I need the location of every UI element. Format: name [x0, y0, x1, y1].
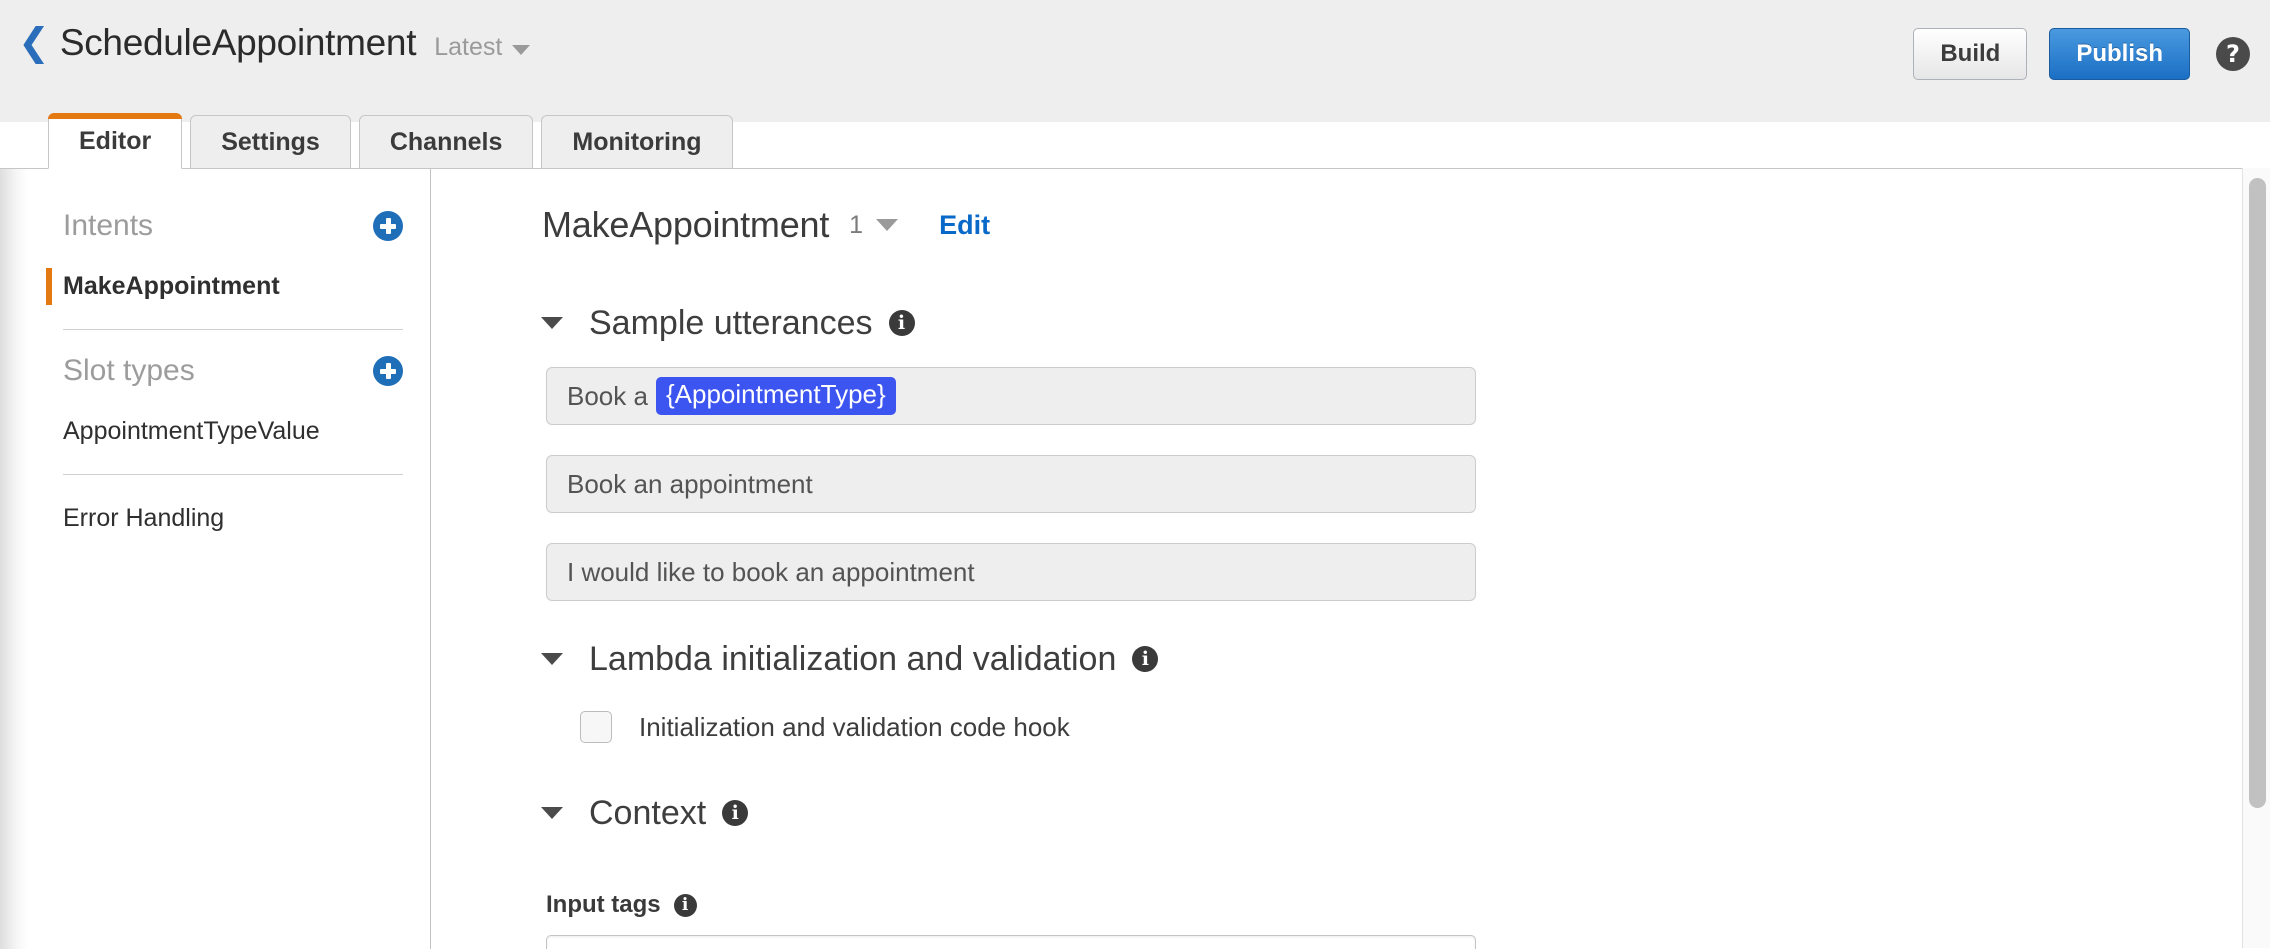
chevron-down-icon[interactable] — [541, 317, 563, 329]
intent-version: 1 — [849, 210, 864, 239]
chevron-down-icon[interactable] — [541, 653, 563, 665]
initialization-validation-checkbox[interactable] — [580, 711, 612, 743]
sidebar-item-label: MakeAppointment — [63, 271, 280, 300]
chevron-left-icon[interactable]: ❮ — [18, 23, 50, 61]
version-label: Latest — [434, 33, 503, 61]
utterance-text: Book a — [567, 380, 648, 411]
info-icon[interactable]: i — [722, 800, 749, 826]
utterance-text: Book an appointment — [567, 468, 813, 499]
section-header-sample-utterances[interactable]: Sample utterances i — [533, 295, 2242, 351]
section-title: Context — [589, 793, 707, 832]
info-icon[interactable]: i — [888, 310, 915, 336]
input-tags-label: Input tags — [546, 891, 661, 918]
page-title: ScheduleAppointment — [59, 22, 417, 63]
sidebar-section-title-intents: Intents — [63, 209, 154, 242]
sidebar-section-slot-types: Slot types — [28, 342, 430, 400]
intent-name: MakeAppointment — [542, 204, 830, 245]
info-icon[interactable]: i — [1132, 646, 1159, 672]
left-gutter — [0, 169, 28, 949]
info-icon[interactable]: i — [673, 893, 697, 917]
utterance-row[interactable]: Book a {AppointmentType} — [546, 367, 1476, 425]
section-header-context[interactable]: Context i — [533, 785, 2242, 841]
build-button[interactable]: Build — [1913, 28, 2028, 80]
section-sample-utterances: Sample utterances i Book a {AppointmentT… — [541, 295, 2242, 601]
sidebar: Intents MakeAppointment Slot types Appoi… — [28, 169, 431, 949]
input-tags-field[interactable] — [546, 935, 1476, 949]
add-slot-type-icon[interactable] — [373, 356, 403, 386]
breadcrumb: ❮ ScheduleAppointment Latest — [18, 22, 531, 64]
section-title: Lambda initialization and validation — [589, 639, 1117, 678]
intent-header: MakeAppointment 1 Edit — [542, 199, 2242, 251]
utterance-row[interactable]: I would like to book an appointment — [546, 543, 1476, 601]
sidebar-item-label: AppointmentTypeValue — [63, 416, 320, 445]
section-title: Sample utterances — [589, 303, 873, 342]
sidebar-item-error-handling[interactable]: Error Handling — [28, 487, 430, 549]
edit-link[interactable]: Edit — [939, 210, 990, 241]
sidebar-item-appointmenttypevalue[interactable]: AppointmentTypeValue — [28, 400, 430, 462]
section-header-lambda[interactable]: Lambda initialization and validation i — [533, 631, 2242, 687]
utterance-row[interactable]: Book an appointment — [546, 455, 1476, 513]
sidebar-item-label: Error Handling — [63, 503, 225, 532]
tab-editor[interactable]: Editor — [48, 113, 183, 169]
sidebar-divider-2 — [63, 474, 403, 475]
publish-button[interactable]: Publish — [2049, 28, 2190, 80]
slot-chip[interactable]: {AppointmentType} — [655, 377, 896, 415]
lambda-codehook-row: Initialization and validation code hook — [580, 711, 2242, 743]
section-context: Context i Input tags i — [541, 785, 2242, 949]
add-intent-icon[interactable] — [373, 211, 403, 241]
help-icon[interactable]: ? — [2216, 37, 2250, 71]
tab-monitoring[interactable]: Monitoring — [541, 115, 733, 169]
version-selector[interactable]: Latest — [434, 33, 531, 62]
sidebar-section-intents: Intents — [28, 197, 430, 255]
vertical-scrollbar-thumb[interactable] — [2249, 178, 2266, 808]
main-panel: MakeAppointment 1 Edit Sample utterances… — [432, 169, 2242, 949]
initialization-validation-label[interactable]: Initialization and validation code hook — [639, 712, 1070, 743]
utterance-text: I would like to book an appointment — [567, 556, 975, 587]
chevron-down-icon[interactable] — [541, 807, 563, 819]
tab-channels[interactable]: Channels — [358, 115, 534, 169]
tab-bar: Editor Settings Channels Monitoring — [48, 113, 741, 169]
section-lambda: Lambda initialization and validation i I… — [541, 631, 2242, 743]
input-tags-label-row: Input tags i — [546, 891, 2242, 919]
chevron-down-icon — [512, 44, 531, 55]
vertical-scrollbar[interactable] — [2242, 168, 2270, 948]
chevron-down-icon[interactable] — [876, 219, 899, 231]
tab-settings[interactable]: Settings — [190, 115, 351, 169]
top-bar-actions: Build Publish ? — [1913, 28, 2250, 80]
utterance-list: Book a {AppointmentType} Book an appoint… — [546, 367, 2242, 601]
sidebar-item-makeappointment[interactable]: MakeAppointment — [28, 255, 430, 317]
content-area: Intents MakeAppointment Slot types Appoi… — [0, 168, 2270, 949]
top-bar: ❮ ScheduleAppointment Latest Build Publi… — [0, 0, 2270, 122]
sidebar-section-title-slot-types: Slot types — [63, 354, 195, 387]
sidebar-divider-1 — [63, 329, 403, 330]
